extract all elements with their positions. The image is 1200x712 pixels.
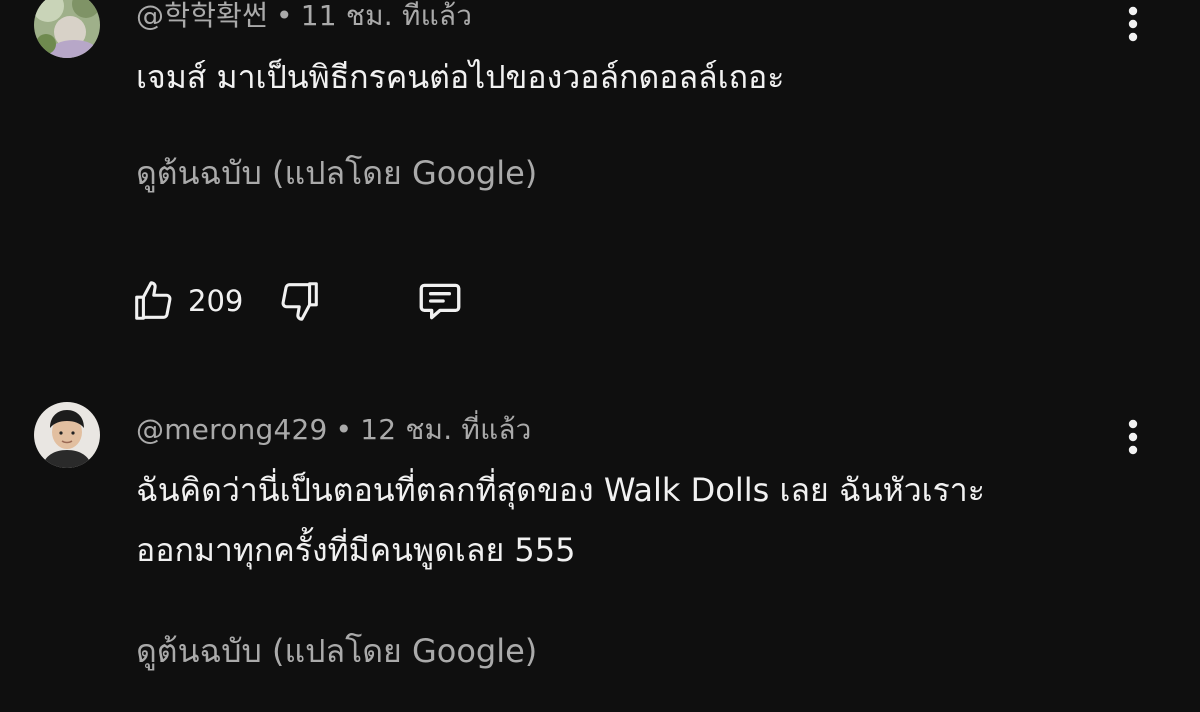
more-vertical-icon [1128,419,1138,455]
comment-time[interactable]: 11 ชม. ที่แล้ว [301,0,472,32]
comment-time[interactable]: 12 ชม. ที่แล้ว [360,413,531,446]
author-avatar[interactable] [34,0,100,58]
more-vertical-icon [1128,6,1138,42]
comment-meta: @학학확썬 • 11 ชม. ที่แล้ว [136,0,472,38]
dislike-button[interactable] [277,274,323,328]
reply-button[interactable] [415,274,465,328]
author-name[interactable]: @merong429 [136,413,328,446]
see-original-link[interactable]: ดูต้นฉบับ (แปลโดย Google) [136,148,537,199]
comment-meta: @merong429 • 12 ชม. ที่แล้ว [136,408,532,452]
meta-separator: • [335,413,353,446]
author-name[interactable]: @학학확썬 [136,0,268,32]
avatar-person-icon [34,402,100,468]
comment-menu-button[interactable] [1116,415,1150,459]
comment-menu-button[interactable] [1116,2,1150,46]
thumb-up-icon [135,281,172,320]
avatar-garden-icon [34,0,100,58]
like-button[interactable]: 209 [130,274,277,328]
comment-thread-2: @merong429 • 12 ชม. ที่แล้ว ฉันคิดว่านี่เป… [0,360,1200,712]
thumb-down-icon [281,282,319,321]
like-count: 209 [188,284,244,318]
comment-text-line: ออกมาทุกครั้งที่มีคนพูดเลย 555 [136,531,576,569]
comment-actions: 209 [130,274,465,328]
comment-text: เจมส์ มาเป็นพิธีกรคนต่อไปของวอล์กดอลล์เถ… [136,47,1136,107]
see-original-link[interactable]: ดูต้นฉบับ (แปลโดย Google) [136,626,537,677]
meta-separator: • [276,0,293,32]
reply-comment-icon [419,283,461,320]
author-avatar[interactable] [34,402,100,468]
comment-text-line: เจมส์ มาเป็นพิธีกรคนต่อไปของวอล์กดอลล์เถ… [136,58,785,96]
comment-text: ฉันคิดว่านี่เป็นตอนที่ตลกที่สุดของ Walk … [136,460,1136,580]
comment-thread-1: @학학확썬 • 11 ชม. ที่แล้ว เจมส์ มาเป็นพิธีกรค… [0,0,1200,360]
comment-text-line: ฉันคิดว่านี่เป็นตอนที่ตลกที่สุดของ Walk … [136,471,985,509]
